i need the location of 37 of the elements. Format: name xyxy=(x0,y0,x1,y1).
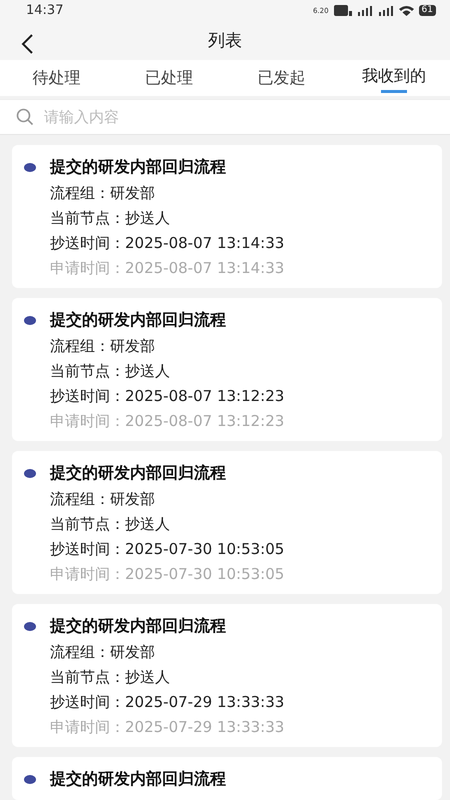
card-detail: 抄送时间：2025-07-30 10:53:05 xyxy=(50,540,286,559)
card-detail: 流程组：研发部 xyxy=(50,643,156,662)
card-detail: 当前节点：抄送人 xyxy=(50,209,171,228)
card-title: 提交的研发内部回归流程 xyxy=(50,310,226,331)
card-background[interactable]: 提交的研发内部回归流程 流程组：研发部 当前节点：抄送人 抄送时间：2025-08-07 13:14:33 申请时间：2025-08-07 13:14:33 xyxy=(12,145,442,288)
card-detail: 申请时间：2025-08-07 13:12:23 xyxy=(50,412,286,431)
tab[interactable]: 待处理 xyxy=(0,60,112,96)
tab[interactable]: 已发起 xyxy=(225,60,338,96)
card-detail: 抄送时间：2025-08-07 13:12:23 xyxy=(50,387,286,406)
wifi-icon xyxy=(398,5,414,16)
status-time: 14:37 xyxy=(26,3,64,18)
card-title: 提交的研发内部回归流程 xyxy=(50,463,226,484)
card-background[interactable]: 提交的研发内部回归流程 流程组：研发部 当前节点：抄送人 抄送时间：2025-07-29 13:33:33 申请时间：2025-07-29 13:33:33 xyxy=(12,604,442,747)
signal-icon xyxy=(378,5,394,16)
card-detail: 当前节点：抄送人 xyxy=(50,362,171,381)
back-icon[interactable] xyxy=(20,33,34,56)
card-title: 提交的研发内部回归流程 xyxy=(50,157,226,178)
card-detail: 申请时间：2025-07-30 10:53:05 xyxy=(50,565,286,584)
card-detail: 流程组：研发部 xyxy=(50,337,156,356)
card-title: 提交的研发内部回归流程 xyxy=(50,769,226,790)
battery-indicator: 61 xyxy=(418,5,436,16)
card-background[interactable]: 提交的研发内部回归流程 xyxy=(12,757,442,800)
tab[interactable]: 已处理 xyxy=(112,60,225,96)
card-detail: 当前节点：抄送人 xyxy=(50,668,171,687)
card-detail: 申请时间：2025-08-07 13:14:33 xyxy=(50,259,286,278)
card-background[interactable]: 提交的研发内部回归流程 流程组：研发部 当前节点：抄送人 抄送时间：2025-08-07 13:12:23 申请时间：2025-08-07 13:12:23 xyxy=(12,298,442,441)
card-detail: 抄送时间：2025-07-29 13:33:33 xyxy=(50,693,286,712)
card-detail: 申请时间：2025-07-29 13:33:33 xyxy=(50,718,286,737)
card-background[interactable]: 提交的研发内部回归流程 流程组：研发部 当前节点：抄送人 抄送时间：2025-07-30 10:53:05 申请时间：2025-07-30 10:53:05 xyxy=(12,451,442,594)
card-detail: 流程组：研发部 xyxy=(50,184,156,203)
search-field[interactable]: 请输入内容 xyxy=(0,99,450,135)
page-title: 列表 xyxy=(208,30,242,52)
signal-icon xyxy=(356,5,373,16)
card-detail: 当前节点：抄送人 xyxy=(50,515,171,534)
card-title: 提交的研发内部回归流程 xyxy=(50,616,226,637)
card-detail: 流程组：研发部 xyxy=(50,490,156,509)
card-detail: 抄送时间：2025-08-07 13:14:33 xyxy=(50,234,286,253)
